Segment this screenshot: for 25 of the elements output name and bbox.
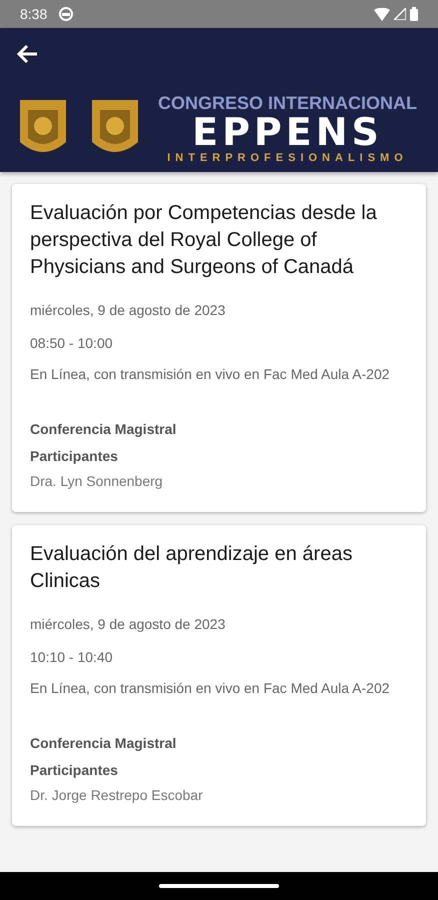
signal-icon — [394, 8, 406, 20]
battery-icon — [410, 7, 418, 21]
participants-label: Participantes — [30, 447, 119, 466]
banner-tagline: INTERPROFESIONALISMO — [167, 151, 408, 166]
participant-name: Dr. Jorge Restrepo Escobar — [30, 786, 204, 805]
session-type: Conferencia Magistral — [30, 734, 178, 753]
session-time: 10:10 - 10:40 — [30, 648, 114, 667]
session-title: Evaluación del aprendizaje en áreas Clinicas — [30, 542, 354, 594]
notification-icon — [59, 7, 74, 21]
session-time: 08:50 - 10:00 — [30, 334, 114, 353]
session-location: En Línea, con transmisión en vivo en Fac Med Aula A-202 — [30, 680, 391, 697]
session-location: En Línea, con transmisión en vivo en Fac Med Aula A-202 — [30, 366, 391, 383]
back-arrow-icon — [16, 44, 38, 64]
session-date: miércoles, 9 de agosto de 2023 — [30, 301, 226, 320]
session-type: Conferencia Magistral — [30, 420, 178, 439]
participants-label: Participantes — [30, 761, 119, 780]
banner-title: EPPENS — [192, 114, 383, 150]
session-card[interactable] — [12, 184, 426, 512]
banner-subtitle: CONGRESO INTERNACIONAL — [158, 92, 418, 114]
home-handle[interactable] — [159, 884, 279, 888]
session-title: Evaluación por Competencias desde la perspectiva del Royal College of Physicians and Surgeons of Canadá — [30, 201, 378, 280]
session-date: miércoles, 9 de agosto de 2023 — [30, 615, 226, 634]
participant-name: Dra. Lyn Sonnenberg — [30, 472, 164, 491]
status-time: 8:38 — [20, 4, 48, 24]
wifi-icon — [374, 8, 390, 20]
